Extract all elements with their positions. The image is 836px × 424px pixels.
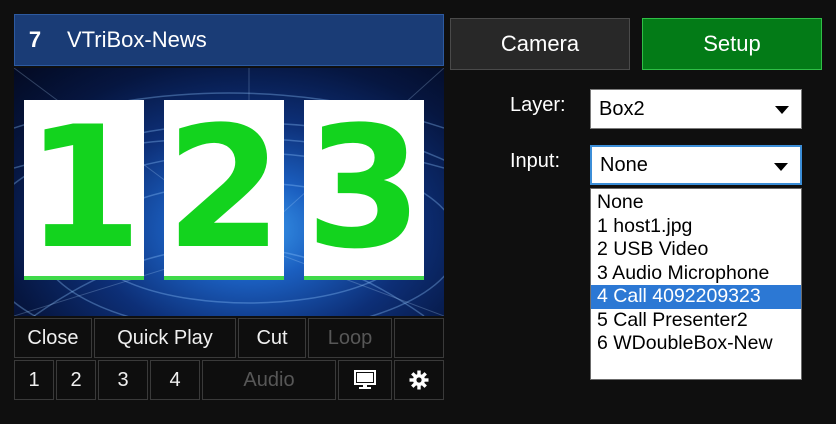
overlay-4-button[interactable]: 4 — [150, 360, 200, 400]
layer-select-value: Box2 — [599, 97, 645, 120]
layer-label: Layer: — [510, 94, 566, 116]
gear-icon — [409, 370, 429, 390]
quick-play-button[interactable]: Quick Play — [94, 318, 236, 358]
overlay-1-button[interactable]: 1 — [14, 360, 54, 400]
dropdown-option[interactable]: 5 Call Presenter2 — [591, 309, 801, 333]
dropdown-option[interactable]: None — [591, 191, 801, 215]
tab-camera[interactable]: Camera — [450, 18, 630, 70]
monitor-button[interactable] — [338, 360, 392, 400]
preview-card-1: 1 — [24, 90, 144, 286]
dropdown-option[interactable]: 6 WDoubleBox-New — [591, 332, 801, 356]
chevron-down-icon — [774, 163, 788, 171]
cut-button[interactable]: Cut — [238, 318, 306, 358]
preview-thumbnail: 1 2 3 — [14, 68, 444, 316]
empty-slot-button[interactable] — [394, 318, 444, 358]
dropdown-option[interactable]: 2 USB Video — [591, 238, 801, 262]
close-button[interactable]: Close — [14, 318, 92, 358]
dropdown-option[interactable]: 3 Audio Microphone — [591, 262, 801, 286]
input-number: 7 — [28, 27, 42, 52]
preview-card-2: 2 — [164, 90, 284, 286]
settings-button[interactable] — [394, 360, 444, 400]
input-title-bar[interactable]: 7 VTriBox-News — [14, 14, 444, 66]
input-dropdown-list[interactable]: None 1 host1.jpg 2 USB Video 3 Audio Mic… — [590, 188, 802, 380]
input-select[interactable]: None — [590, 145, 802, 185]
dropdown-option[interactable]: 1 host1.jpg — [591, 215, 801, 239]
tab-setup[interactable]: Setup — [642, 18, 822, 70]
input-select-value: None — [600, 153, 648, 176]
dropdown-option-highlighted[interactable]: 4 Call 4092209323 — [591, 285, 801, 309]
preview-card-3: 3 — [304, 90, 424, 286]
loop-button[interactable]: Loop — [308, 318, 392, 358]
chevron-down-icon — [775, 106, 789, 114]
audio-button[interactable]: Audio — [202, 360, 336, 400]
input-name: VTriBox-News — [67, 27, 207, 52]
overlay-2-button[interactable]: 2 — [56, 360, 96, 400]
overlay-3-button[interactable]: 3 — [98, 360, 148, 400]
layer-select[interactable]: Box2 — [590, 89, 802, 129]
input-label: Input: — [510, 150, 561, 172]
monitor-icon — [354, 370, 376, 389]
